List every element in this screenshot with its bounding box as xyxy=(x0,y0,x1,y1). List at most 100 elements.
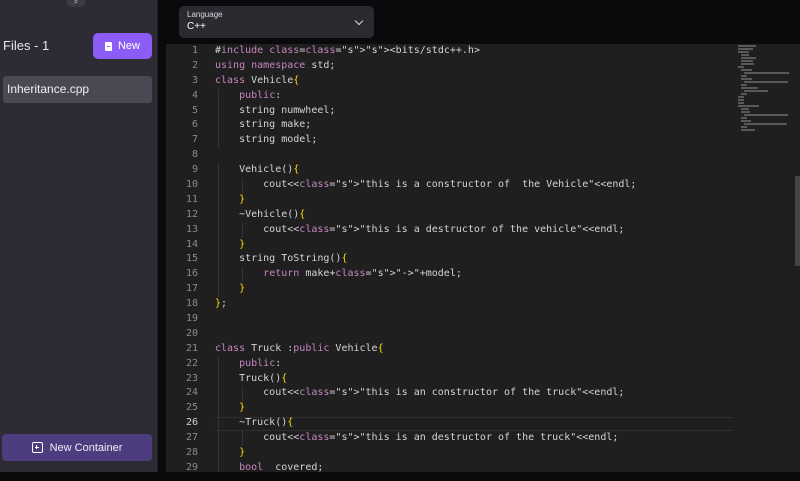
line-number: 25 xyxy=(185,402,198,414)
code-line[interactable]: Vehicle(){ xyxy=(215,163,775,179)
minimap-line xyxy=(741,129,755,131)
new-file-button[interactable]: New xyxy=(93,33,152,59)
code-line[interactable]: class Vehicle{ xyxy=(215,74,775,89)
file-icon xyxy=(104,41,112,51)
line-number: 20 xyxy=(185,327,198,339)
add-container-icon xyxy=(31,442,43,453)
new-container-button[interactable]: New Container xyxy=(2,434,152,461)
line-number: 18 xyxy=(185,298,198,310)
code-line[interactable]: #include class=class="s">"s"><bits/stdc+… xyxy=(215,44,775,59)
code-line[interactable]: Truck(){ xyxy=(215,371,775,387)
language-select[interactable]: Language C++ xyxy=(179,6,374,38)
minimap-line xyxy=(741,120,751,122)
minimap-line xyxy=(741,117,748,119)
search-icon[interactable]: ⌕ xyxy=(67,0,85,7)
editor-scrollbar-thumb[interactable] xyxy=(795,176,800,266)
code-line[interactable]: }; xyxy=(215,297,775,312)
files-count-label: Files - 1 xyxy=(3,38,50,53)
code-line[interactable]: string model; xyxy=(215,133,775,149)
line-number: 22 xyxy=(185,357,198,369)
line-number: 19 xyxy=(185,313,198,325)
line-number: 29 xyxy=(185,461,198,472)
line-number: 15 xyxy=(185,253,198,265)
line-number: 8 xyxy=(191,149,198,161)
line-number: 3 xyxy=(191,74,198,86)
line-number: 28 xyxy=(185,447,198,459)
code-line[interactable]: string make; xyxy=(215,118,775,134)
code-line[interactable]: cout<<class="s">"this is a destructor of… xyxy=(215,222,775,238)
code-line[interactable]: public: xyxy=(215,356,775,372)
code-line[interactable]: cout<<class="s">"this is an constructor … xyxy=(215,386,775,402)
code-line[interactable]: ~Vehicle(){ xyxy=(215,207,775,223)
code-line[interactable]: return make+class="s">"->"+model; xyxy=(215,267,775,283)
code-editor[interactable]: 1 2 3 4 5 6 7 8 9 10 11 12 13 14 15 16 17 18 19 20 21 22 23 24 2… xyxy=(166,44,800,472)
code-line[interactable]: } xyxy=(215,446,775,461)
code-line[interactable]: string numwheel; xyxy=(215,103,775,119)
line-number: 6 xyxy=(191,119,198,131)
line-number: 1 xyxy=(191,45,198,56)
line-number: 21 xyxy=(185,342,198,354)
minimap-line xyxy=(738,45,756,47)
minimap[interactable] xyxy=(738,44,796,138)
minimap-line xyxy=(744,72,790,74)
file-item-inheritance[interactable]: Inheritance.cpp xyxy=(3,76,152,103)
line-number: 7 xyxy=(191,134,198,146)
code-line[interactable]: using namespace std; xyxy=(215,59,775,74)
code-line[interactable]: public: xyxy=(215,88,775,104)
line-number: 23 xyxy=(185,372,198,384)
minimap-line xyxy=(738,66,744,68)
minimap-line xyxy=(738,105,759,107)
line-number: 16 xyxy=(185,268,198,280)
code-line[interactable]: ~Truck(){ xyxy=(215,416,775,432)
line-number: 4 xyxy=(191,89,198,101)
minimap-line xyxy=(744,114,788,116)
line-number-gutter: 1 2 3 4 5 6 7 8 9 10 11 12 13 14 15 16 17 18 19 20 21 22 23 24 2… xyxy=(166,44,201,472)
minimap-line xyxy=(741,60,754,62)
minimap-line xyxy=(741,87,758,89)
code-line[interactable]: } xyxy=(215,237,775,253)
minimap-line xyxy=(744,81,788,83)
minimap-line xyxy=(741,69,752,71)
line-number: 27 xyxy=(185,432,198,444)
minimap-line xyxy=(744,123,788,125)
code-line[interactable]: bool covered; xyxy=(215,460,775,472)
minimap-line xyxy=(741,108,750,110)
minimap-line xyxy=(741,63,754,65)
minimap-line xyxy=(741,78,753,80)
new-container-label: New Container xyxy=(49,441,123,454)
line-number: 10 xyxy=(185,179,198,191)
minimap-line xyxy=(738,96,744,98)
sidebar: ⌕ Files - 1 New Inheritance.cpp New Cont… xyxy=(0,0,158,472)
minimap-line xyxy=(738,48,753,50)
code-line[interactable] xyxy=(215,327,775,342)
code-line[interactable]: string ToString(){ xyxy=(215,252,775,268)
minimap-line xyxy=(744,90,768,92)
line-number: 12 xyxy=(185,208,198,220)
minimap-line xyxy=(738,51,749,53)
line-number: 24 xyxy=(185,387,198,399)
minimap-line xyxy=(738,99,744,101)
line-number: 11 xyxy=(185,193,198,205)
new-file-label: New xyxy=(117,40,140,52)
line-number: 13 xyxy=(185,223,198,235)
line-number: 14 xyxy=(185,238,198,250)
line-number: 5 xyxy=(191,104,198,116)
minimap-line xyxy=(741,126,748,128)
minimap-line xyxy=(741,57,757,59)
language-value: C++ xyxy=(187,21,206,32)
code-line[interactable]: cout<<class="s">"this is an destructor o… xyxy=(215,431,775,447)
code-area[interactable]: #include class=class="s">"s"><bits/stdc+… xyxy=(215,44,775,472)
minimap-line xyxy=(741,84,748,86)
code-line[interactable]: } xyxy=(215,282,775,298)
code-line[interactable]: class Truck :public Vehicle{ xyxy=(215,342,775,357)
code-line[interactable] xyxy=(215,148,775,163)
minimap-line xyxy=(741,54,750,56)
code-line[interactable]: } xyxy=(215,401,775,417)
language-label: Language xyxy=(187,10,223,19)
line-number: 26 xyxy=(185,417,198,429)
code-line[interactable]: cout<<class="s">"this is a constructor o… xyxy=(215,178,775,193)
line-number: 17 xyxy=(185,283,198,295)
minimap-line xyxy=(741,75,748,77)
code-line[interactable]: } xyxy=(215,192,775,208)
code-line[interactable] xyxy=(215,312,775,327)
